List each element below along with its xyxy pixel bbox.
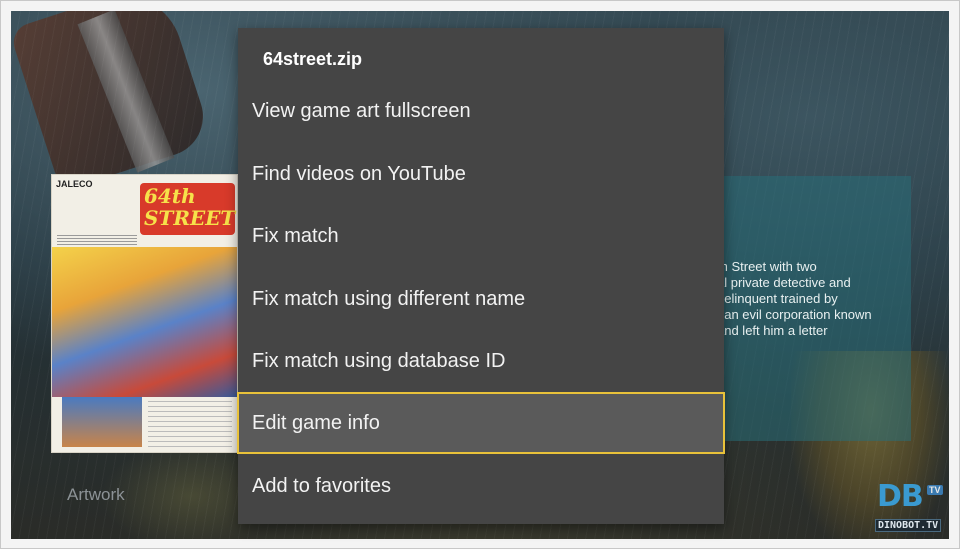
menu-title: 64street.zip [263,49,363,69]
watermark-badge: TV [927,485,943,495]
menu-item-find-videos-on-youtube[interactable]: Find videos on YouTube [238,143,724,205]
menu-item-add-to-favorites[interactable]: Add to favorites [238,455,724,517]
boxart-fine-print [148,399,232,447]
boxart-illustration [52,247,237,397]
game-description-text: th Street with two al private detective … [717,259,872,338]
game-boxart: JALECO 64th STREET [51,174,238,453]
watermark-sub: DINOBOT.TV [875,519,942,532]
menu-item-fix-match-database-id[interactable]: Fix match using database ID [238,330,724,392]
artwork-tab-label[interactable]: Artwork [67,485,125,505]
dinobot-watermark-logo: DB TV DINOBOT.TV [875,479,947,535]
context-menu: 64street.zip View game art fullscreen Fi… [237,28,725,524]
menu-item-fix-match[interactable]: Fix match [238,205,724,267]
screenshot-frame: JALECO 64th STREET th Street with two al… [0,0,960,549]
watermark-letters: DB [877,479,924,514]
menu-item-edit-game-info[interactable]: Edit game info [237,392,725,454]
boxart-brand: JALECO [56,179,93,189]
boxart-blurb [57,235,137,245]
boxart-screenshot-1 [62,397,142,447]
menu-item-fix-match-different-name[interactable]: Fix match using different name [238,268,724,330]
menu-item-view-game-art-fullscreen[interactable]: View game art fullscreen [238,80,724,142]
boxart-logo-text: 64th STREET [144,184,236,230]
